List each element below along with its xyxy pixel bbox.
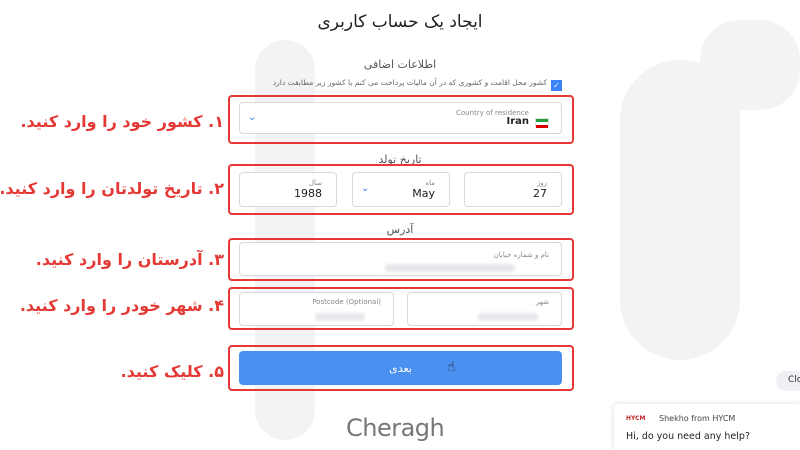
page-title: ایجاد یک حساب کاربری <box>317 12 483 32</box>
chat-close-button[interactable]: Clo <box>776 371 800 391</box>
highlight-step2 <box>228 164 574 215</box>
tax-residence-checkbox[interactable]: ✓ <box>551 80 562 91</box>
hycm-logo: HYCM <box>626 415 646 422</box>
additional-info-heading: اطلاعات اضافی <box>363 58 437 71</box>
highlight-step5 <box>228 345 574 391</box>
annotation-step2: ۲. تاریخ تولدتان را وارد کنید. <box>0 179 224 198</box>
address-heading: آدرس <box>386 223 414 236</box>
annotation-step3: ۳. آدرستان را وارد کنید. <box>35 250 224 269</box>
background-shape <box>700 20 800 110</box>
chat-message: Hi, do you need any help? <box>626 431 750 442</box>
highlight-step3 <box>228 238 574 281</box>
chat-title: Shekho from HYCM <box>659 414 736 423</box>
highlight-step4 <box>228 287 574 330</box>
chat-widget[interactable]: HYCM Shekho from HYCM Hi, do you need an… <box>614 404 800 450</box>
checkbox-label: کشور محل اقامت و کشوری که در آن مالیات پ… <box>272 78 547 87</box>
cheragh-logo: Cheragh <box>346 414 445 442</box>
highlight-step1 <box>228 95 574 144</box>
annotation-step5: ۵. کلیک کنید. <box>120 362 224 381</box>
annotation-step4: ۴. شهر خودر را وارد کنید. <box>19 296 224 315</box>
annotation-step1: ۱. کشور خود را وارد کنید. <box>20 112 224 131</box>
